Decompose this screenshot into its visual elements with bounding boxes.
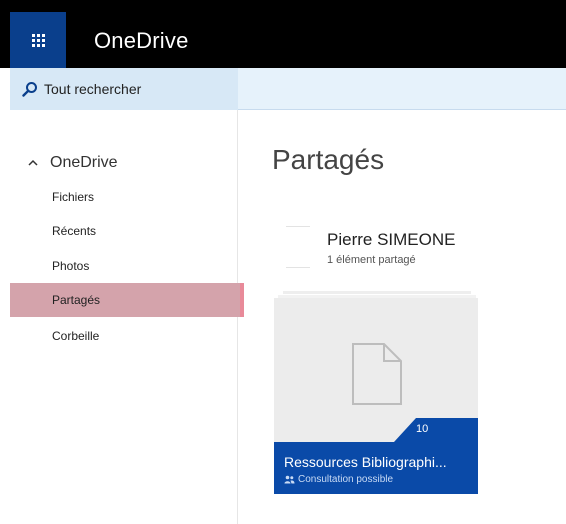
chevron-up-icon (28, 159, 38, 166)
search-box[interactable]: Tout rechercher (10, 68, 238, 110)
left-nav: OneDrive Fichiers Récents Photos Partagé… (10, 110, 244, 524)
top-bar: OneDrive (0, 0, 566, 68)
shared-count-text: 1 élément partagé (327, 254, 416, 266)
shared-folder-tile[interactable]: 10 Ressources Bibliographi... Consultati… (274, 298, 478, 494)
tile-permission: Consultation possible (284, 474, 393, 485)
command-bar: Tout rechercher (10, 68, 566, 110)
item-count-badge (394, 418, 478, 442)
nav-item-corbeille[interactable]: Corbeille (10, 319, 244, 353)
nav-root-label: OneDrive (50, 154, 118, 171)
document-icon (352, 343, 402, 405)
search-label: Tout rechercher (44, 81, 142, 97)
people-icon (284, 475, 295, 484)
nav-item-recents[interactable]: Récents (10, 214, 244, 248)
tile-name: Ressources Bibliographi... (284, 454, 447, 470)
app-title[interactable]: OneDrive (94, 28, 189, 54)
search-icon (22, 81, 38, 97)
waffle-icon (31, 33, 45, 47)
item-count: 10 (416, 423, 429, 435)
app-launcher-button[interactable] (10, 12, 66, 68)
nav-item-partages[interactable]: Partagés (10, 283, 244, 317)
nav-item-fichiers[interactable]: Fichiers (10, 180, 244, 214)
nav-root-onedrive[interactable]: OneDrive (28, 154, 118, 172)
page-title: Partagés (272, 144, 385, 175)
nav-item-photos[interactable]: Photos (10, 249, 244, 283)
tile-footer: 10 Ressources Bibliographi... Consultati… (274, 418, 478, 494)
avatar (286, 226, 310, 268)
tile-permission-label: Consultation possible (298, 474, 394, 485)
person-name[interactable]: Pierre SIMEONE (327, 230, 455, 250)
tile-stack-edge (283, 291, 471, 294)
